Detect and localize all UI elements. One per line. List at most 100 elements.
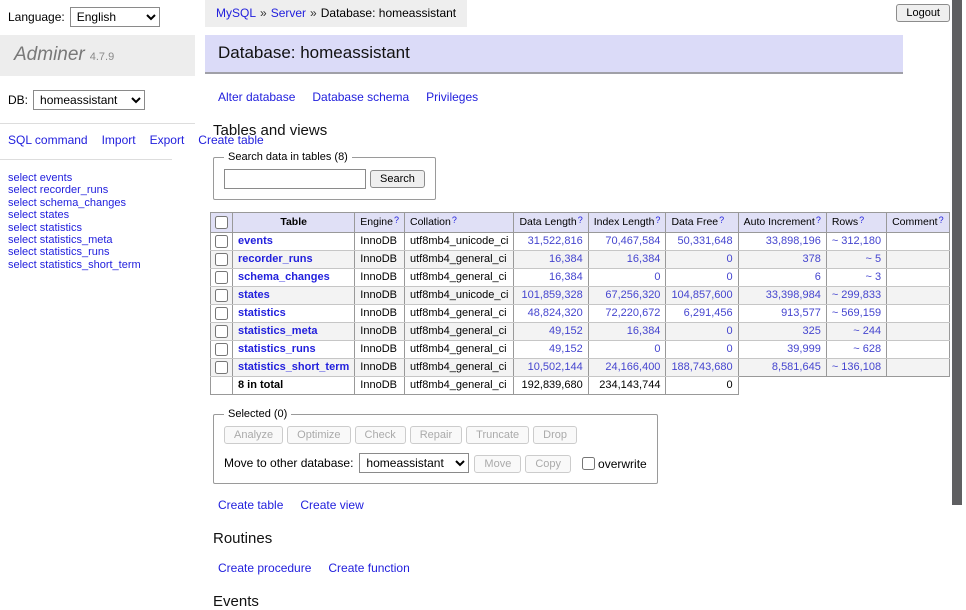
- data-free-cell[interactable]: 0: [666, 341, 738, 359]
- routine-link-create-function[interactable]: Create function: [328, 561, 409, 575]
- index-length-cell[interactable]: 72,220,672: [588, 305, 666, 323]
- table-name-link[interactable]: events: [238, 235, 273, 247]
- index-length-cell[interactable]: 67,256,320: [588, 287, 666, 305]
- row-checkbox[interactable]: [215, 253, 228, 266]
- row-checkbox[interactable]: [215, 361, 228, 374]
- table-name-link[interactable]: statistics_runs: [238, 343, 316, 355]
- rows-cell[interactable]: ~ 569,159: [826, 305, 886, 323]
- data-length-cell[interactable]: 16,384: [514, 251, 588, 269]
- auto-increment-cell[interactable]: 6: [738, 269, 826, 287]
- table-name-link[interactable]: statistics_short_term: [238, 361, 349, 373]
- overwrite-checkbox[interactable]: [582, 457, 595, 470]
- data-free-cell[interactable]: 104,857,600: [666, 287, 738, 305]
- data-free-cell[interactable]: 0: [666, 269, 738, 287]
- hint-link[interactable]: ?: [859, 215, 864, 225]
- db-action-link-database-schema[interactable]: Database schema: [312, 90, 409, 104]
- data-free-cell[interactable]: 0: [666, 251, 738, 269]
- table-name-link[interactable]: statistics_meta: [238, 325, 318, 337]
- auto-increment-cell[interactable]: 325: [738, 323, 826, 341]
- table-name-link[interactable]: recorder_runs: [238, 253, 313, 265]
- sidebar-table-link-select-statistics-short-term[interactable]: select statistics_short_term: [8, 259, 187, 271]
- auto-increment-cell[interactable]: 378: [738, 251, 826, 269]
- sidebar-link-import[interactable]: Import: [102, 133, 136, 147]
- data-length-cell[interactable]: 16,384: [514, 269, 588, 287]
- copy-button[interactable]: Copy: [525, 455, 571, 473]
- breadcrumb-link-mysql[interactable]: MySQL: [216, 6, 256, 20]
- sidebar-table-link-select-statistics-runs[interactable]: select statistics_runs: [8, 246, 187, 258]
- search-button[interactable]: Search: [370, 170, 425, 188]
- sidebar-table-link-select-schema-changes[interactable]: select schema_changes: [8, 197, 187, 209]
- drop-button[interactable]: Drop: [533, 426, 577, 444]
- language-select[interactable]: English: [70, 7, 160, 27]
- index-length-cell[interactable]: 0: [588, 269, 666, 287]
- row-checkbox[interactable]: [215, 343, 228, 356]
- create-link-create-table[interactable]: Create table: [218, 498, 283, 512]
- sidebar-link-export[interactable]: Export: [150, 133, 185, 147]
- hint-link[interactable]: ?: [452, 215, 457, 225]
- data-free-cell[interactable]: 50,331,648: [666, 233, 738, 251]
- rows-cell[interactable]: ~ 244: [826, 323, 886, 341]
- create-link-create-view[interactable]: Create view: [300, 498, 363, 512]
- hint-link[interactable]: ?: [655, 215, 660, 225]
- data-length-cell[interactable]: 48,824,320: [514, 305, 588, 323]
- hint-link[interactable]: ?: [939, 215, 944, 225]
- scrollbar-thumb[interactable]: [952, 0, 962, 505]
- rows-cell[interactable]: ~ 299,833: [826, 287, 886, 305]
- row-checkbox[interactable]: [215, 307, 228, 320]
- db-select[interactable]: homeassistant: [33, 90, 145, 110]
- sidebar-table-link-select-statistics[interactable]: select statistics: [8, 222, 187, 234]
- sidebar-link-sql-command[interactable]: SQL command: [8, 133, 88, 147]
- repair-button[interactable]: Repair: [410, 426, 462, 444]
- sidebar-table-link-select-states[interactable]: select states: [8, 209, 187, 221]
- auto-increment-cell[interactable]: 33,398,984: [738, 287, 826, 305]
- breadcrumb-link-server[interactable]: Server: [271, 6, 306, 20]
- hint-link[interactable]: ?: [816, 215, 821, 225]
- data-length-cell[interactable]: 10,502,144: [514, 359, 588, 377]
- row-checkbox[interactable]: [215, 325, 228, 338]
- data-length-cell[interactable]: 49,152: [514, 341, 588, 359]
- index-length-cell[interactable]: 70,467,584: [588, 233, 666, 251]
- auto-increment-cell[interactable]: 913,577: [738, 305, 826, 323]
- data-free-cell[interactable]: 0: [666, 323, 738, 341]
- rows-cell[interactable]: ~ 136,108: [826, 359, 886, 377]
- rows-cell[interactable]: ~ 5: [826, 251, 886, 269]
- check-button[interactable]: Check: [355, 426, 406, 444]
- hint-link[interactable]: ?: [394, 215, 399, 225]
- sidebar-table-link-select-statistics-meta[interactable]: select statistics_meta: [8, 234, 187, 246]
- row-checkbox[interactable]: [215, 235, 228, 248]
- rows-cell[interactable]: ~ 312,180: [826, 233, 886, 251]
- index-length-cell[interactable]: 16,384: [588, 323, 666, 341]
- rows-cell[interactable]: ~ 628: [826, 341, 886, 359]
- index-length-cell[interactable]: 0: [588, 341, 666, 359]
- move-button[interactable]: Move: [474, 455, 521, 473]
- data-length-cell[interactable]: 31,522,816: [514, 233, 588, 251]
- sidebar-table-link-select-recorder-runs[interactable]: select recorder_runs: [8, 184, 187, 196]
- search-input[interactable]: [224, 169, 366, 189]
- table-name-link[interactable]: schema_changes: [238, 271, 330, 283]
- auto-increment-cell[interactable]: 39,999: [738, 341, 826, 359]
- move-db-select[interactable]: homeassistant: [359, 453, 469, 473]
- sidebar-table-link-select-events[interactable]: select events: [8, 172, 187, 184]
- table-name-link[interactable]: states: [238, 289, 270, 301]
- data-free-cell[interactable]: 188,743,680: [666, 359, 738, 377]
- table-name-link[interactable]: statistics: [238, 307, 286, 319]
- db-action-link-privileges[interactable]: Privileges: [426, 90, 478, 104]
- optimize-button[interactable]: Optimize: [287, 426, 350, 444]
- logout-button[interactable]: Logout: [896, 4, 950, 22]
- select-all-checkbox[interactable]: [215, 216, 228, 229]
- data-length-cell[interactable]: 49,152: [514, 323, 588, 341]
- hint-link[interactable]: ?: [719, 215, 724, 225]
- rows-cell[interactable]: ~ 3: [826, 269, 886, 287]
- row-checkbox[interactable]: [215, 271, 228, 284]
- index-length-cell[interactable]: 24,166,400: [588, 359, 666, 377]
- hint-link[interactable]: ?: [578, 215, 583, 225]
- analyze-button[interactable]: Analyze: [224, 426, 283, 444]
- auto-increment-cell[interactable]: 33,898,196: [738, 233, 826, 251]
- db-action-link-alter-database[interactable]: Alter database: [218, 90, 295, 104]
- data-length-cell[interactable]: 101,859,328: [514, 287, 588, 305]
- index-length-cell[interactable]: 16,384: [588, 251, 666, 269]
- data-free-cell[interactable]: 6,291,456: [666, 305, 738, 323]
- row-checkbox[interactable]: [215, 289, 228, 302]
- routine-link-create-procedure[interactable]: Create procedure: [218, 561, 311, 575]
- auto-increment-cell[interactable]: 8,581,645: [738, 359, 826, 377]
